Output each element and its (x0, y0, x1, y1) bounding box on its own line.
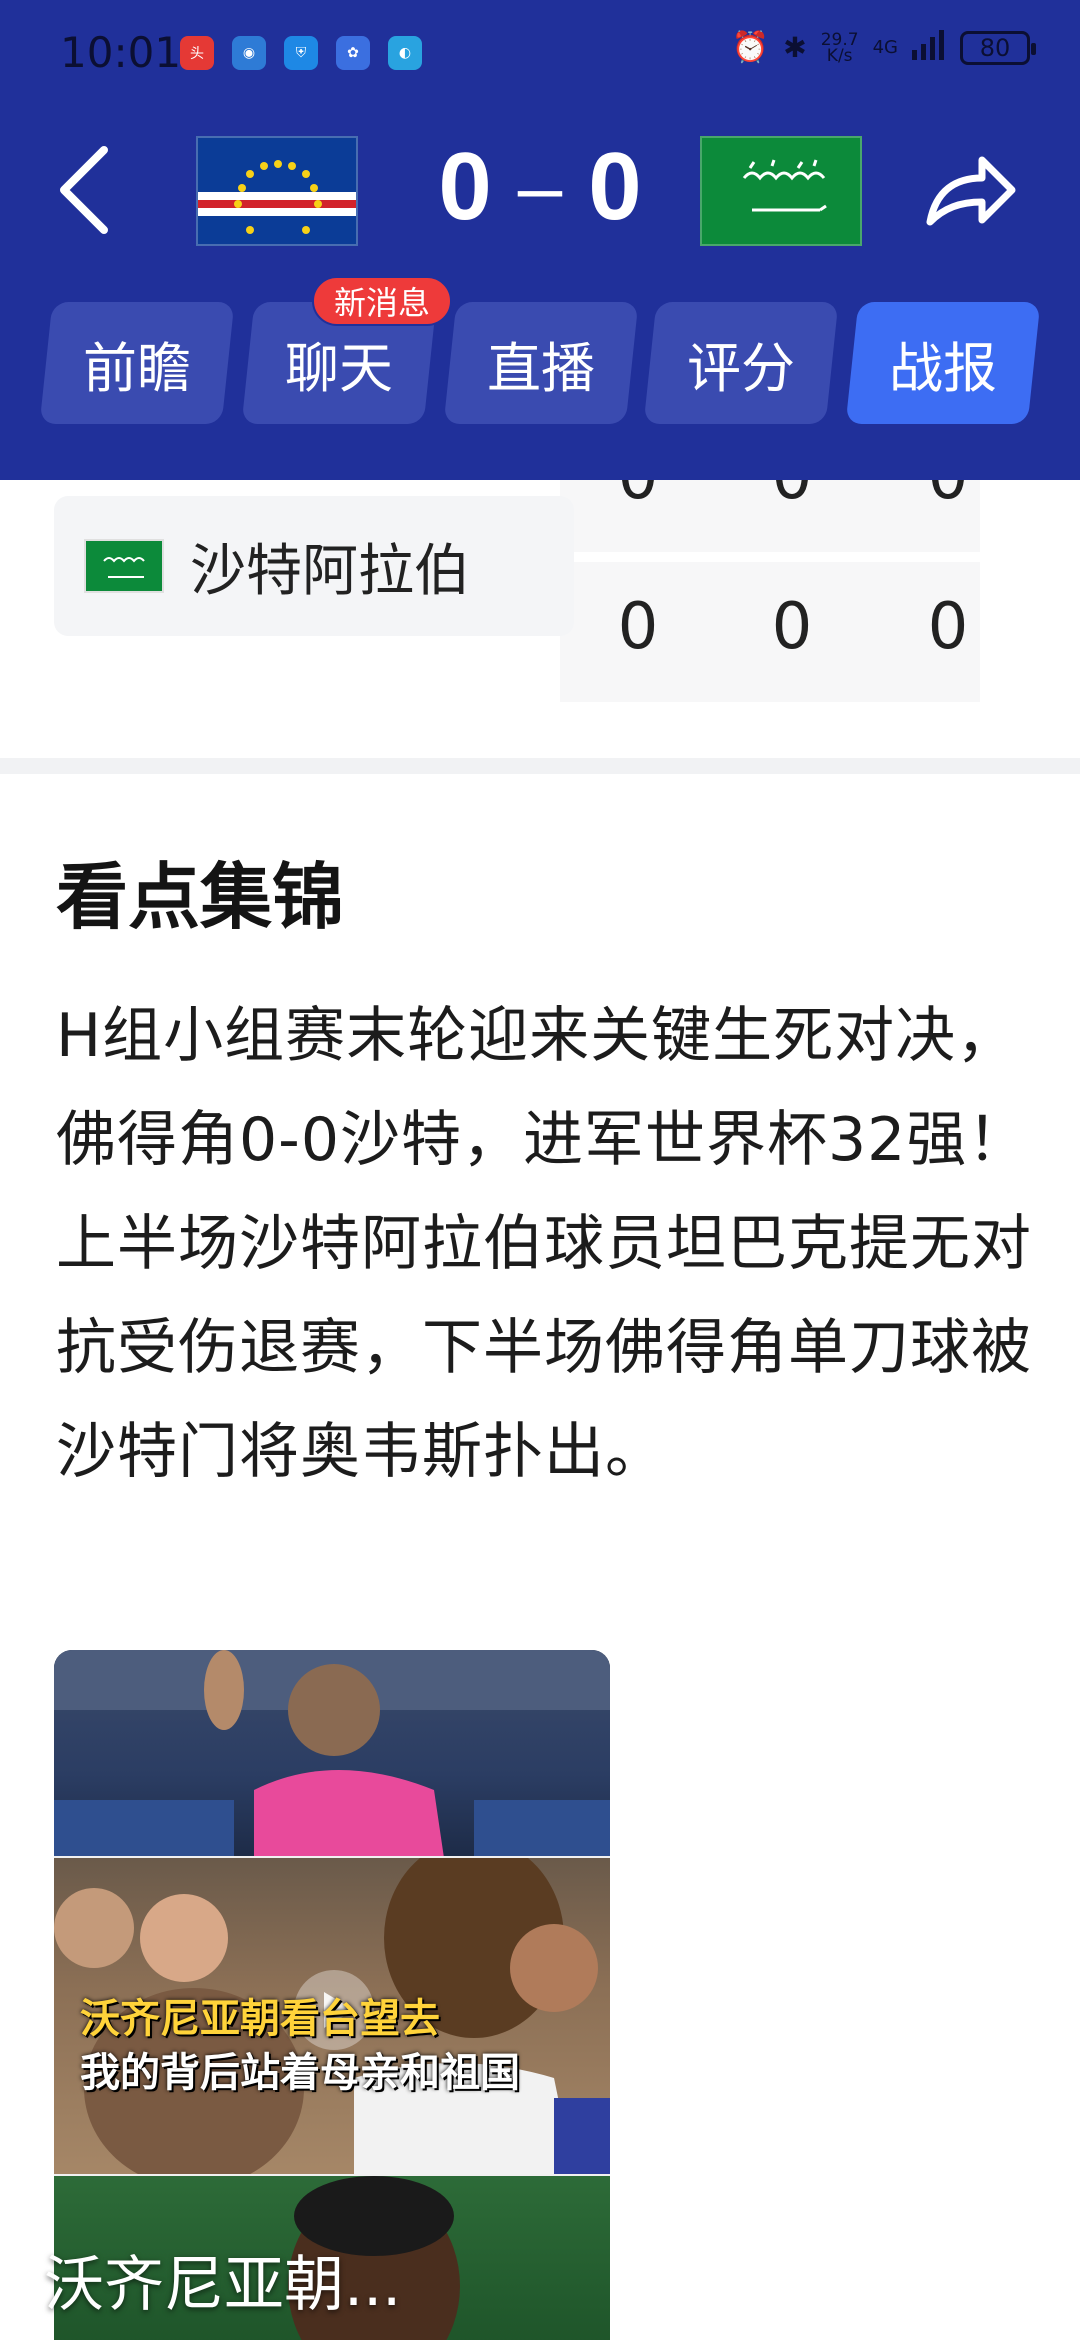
score-separator: – (517, 142, 563, 231)
tab-ratings[interactable]: 评分 (643, 302, 839, 424)
status-app-icons: 头 ◉ ⛨ ✿ ◐ (180, 36, 422, 70)
score-cell: 0 (927, 590, 969, 664)
back-button[interactable] (56, 140, 116, 240)
share-button[interactable] (920, 140, 1020, 240)
score-table-values: 0 0 0 0 0 0 (560, 440, 980, 702)
camera-app-icon: ◉ (232, 36, 266, 70)
saudi-arabia-flag (700, 136, 862, 246)
home-score: 0 (438, 133, 492, 240)
section-divider (0, 758, 1080, 774)
match-score: 0 – 0 (400, 122, 680, 252)
video-title: 沃齐尼亚朝... (44, 2250, 402, 2320)
tab-report[interactable]: 战报 (845, 302, 1041, 424)
battery-indicator: 80 (960, 30, 1036, 65)
tab-live[interactable]: 直播 (443, 302, 639, 424)
network-speed: 29.7 K/s (820, 29, 859, 66)
saudi-arabia-flag (84, 539, 164, 593)
status-indicators: ⏰ ✱ 29.7 K/s 4G 80 (731, 29, 1036, 66)
highlights-title: 看点集锦 (56, 855, 345, 939)
share-arrow-icon (926, 156, 1016, 226)
match-tabs: 前瞻 聊天 直播 评分 战报 (39, 302, 1046, 426)
baidu-app-icon: ✿ (336, 36, 370, 70)
back-chevron-icon (60, 146, 108, 234)
tab-preview[interactable]: 前瞻 (39, 302, 235, 424)
status-bar: 10:01 头 ◉ ⛨ ✿ ◐ ⏰ ✱ 29.7 K/s 4G 80 (0, 0, 1080, 100)
signal-icon (912, 30, 946, 65)
cape-verde-flag (196, 136, 358, 246)
highlights-summary: H组小组赛末轮迎来关键生死对决，佛得角0-0沙特，进军世界杯32强！上半场沙特阿… (56, 1001, 1032, 1487)
match-header: 10:01 头 ◉ ⛨ ✿ ◐ ⏰ ✱ 29.7 K/s 4G 80 0 – 0… (0, 0, 1080, 480)
video-caption-line1: 沃齐尼亚朝看台望去 (80, 1996, 440, 2042)
alarm-icon: ⏰ (731, 30, 770, 65)
team-cell-saudi: 沙特阿拉伯 (54, 496, 574, 636)
score-row-saudi: 0 0 0 (560, 590, 980, 670)
team-name: 沙特阿拉伯 (190, 538, 470, 604)
network-type: 4G (872, 37, 898, 58)
score-cell: 0 (771, 590, 813, 664)
shield-app-icon: ⛨ (284, 36, 318, 70)
browser-app-icon: ◐ (388, 36, 422, 70)
toutiao-icon: 头 (180, 36, 214, 70)
video-frame-1 (54, 1650, 610, 1858)
bluetooth-icon: ✱ (783, 31, 807, 64)
row-divider (560, 552, 980, 562)
status-time: 10:01 (60, 28, 182, 77)
score-cell: 0 (617, 590, 659, 664)
away-score: 0 (588, 133, 642, 240)
video-caption-line2: 我的背后站着母亲和祖国 (80, 2050, 520, 2096)
new-message-badge: 新消息 (312, 276, 452, 326)
